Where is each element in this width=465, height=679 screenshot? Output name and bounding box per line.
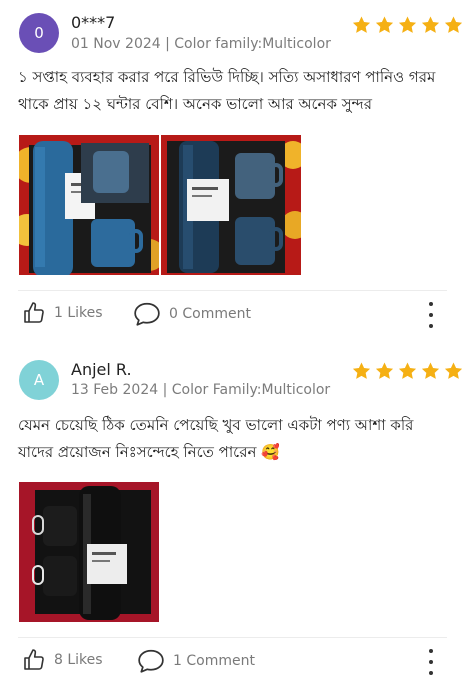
thermos-set-photo — [19, 135, 159, 275]
review-photo[interactable] — [19, 135, 159, 275]
likes-count: 8 Likes — [54, 652, 103, 668]
comments-count: 0 Comment — [169, 306, 251, 322]
more-vertical-icon[interactable] — [425, 302, 437, 328]
star-icon — [374, 361, 395, 381]
review-card: 0 0***7 01 Nov 2024 | Color family:Multi… — [0, 0, 465, 340]
star-icon — [374, 15, 395, 35]
comment-button[interactable]: 0 Comment — [133, 301, 251, 327]
review-text: ১ সপ্তাহ ব্যবহার করার পরে রিভিউ দিচ্ছি। … — [18, 68, 436, 113]
comment-button[interactable]: 1 Comment — [137, 648, 255, 674]
speech-bubble-icon — [137, 648, 165, 674]
more-vertical-icon[interactable] — [425, 649, 437, 675]
star-icon — [397, 15, 418, 35]
star-icon — [443, 361, 464, 381]
star-icon — [420, 15, 441, 35]
thumbs-up-icon — [22, 301, 46, 325]
avatar-letter: A — [33, 371, 45, 389]
like-button[interactable]: 1 Likes — [22, 301, 103, 325]
divider — [18, 637, 447, 638]
star-icon — [397, 361, 418, 381]
rating-stars — [351, 361, 464, 381]
avatar: 0 — [19, 13, 59, 53]
review-text: যেমন চেয়েছি ঠিক তেমনি পেয়েছি খুব ভালো … — [18, 416, 414, 461]
star-icon — [443, 15, 464, 35]
star-icon — [351, 15, 372, 35]
review-photo[interactable] — [19, 482, 159, 622]
star-icon — [420, 361, 441, 381]
review-meta: 01 Nov 2024 | Color family:Multicolor — [71, 36, 331, 52]
thumbs-up-icon — [22, 648, 46, 672]
comments-count: 1 Comment — [173, 653, 255, 669]
rating-stars — [351, 15, 464, 35]
avatar-letter: 0 — [34, 24, 44, 42]
speech-bubble-icon — [133, 301, 161, 327]
review-card: A Anjel R. 13 Feb 2024 | Color Family:Mu… — [0, 340, 465, 679]
likes-count: 1 Likes — [54, 305, 103, 321]
divider — [18, 290, 447, 291]
like-button[interactable]: 8 Likes — [22, 648, 103, 672]
avatar: A — [19, 360, 59, 400]
review-photo[interactable] — [161, 135, 301, 275]
review-meta: 13 Feb 2024 | Color Family:Multicolor — [71, 382, 331, 398]
reviewer-name: Anjel R. — [71, 360, 132, 379]
reviewer-name: 0***7 — [71, 13, 116, 32]
star-icon — [351, 361, 372, 381]
thermos-set-photo — [19, 482, 159, 622]
thermos-set-photo — [161, 135, 301, 275]
